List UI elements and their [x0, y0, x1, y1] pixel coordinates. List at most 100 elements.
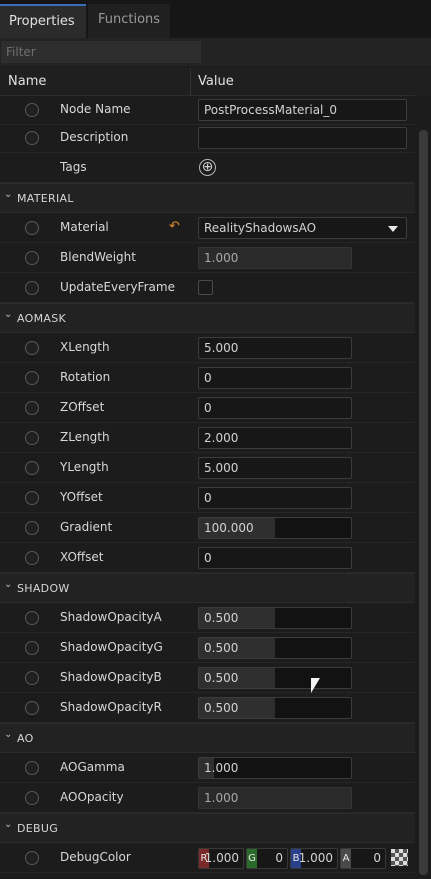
property-label: XLength [60, 340, 110, 354]
keyframe-radio[interactable] [25, 131, 39, 145]
section-title: AOMASK [17, 312, 67, 325]
node-name-input[interactable]: PostProcessMaterial_0 [198, 99, 407, 121]
property-label: ShadowOpacityA [60, 610, 162, 624]
color-channel-g[interactable]: G 0 [246, 848, 288, 869]
tab-properties[interactable]: Properties [0, 4, 86, 38]
shadow-opacity-g-slider[interactable]: 0.500 [198, 637, 352, 659]
property-row-rotation: Rotation 0 [0, 363, 415, 393]
keyframe-radio[interactable] [25, 431, 39, 445]
shadow-opacity-a-slider[interactable]: 0.500 [198, 607, 352, 629]
property-label: ShadowOpacityR [60, 700, 162, 714]
property-label: UpdateEveryFrame [60, 280, 175, 294]
section-header-shadow[interactable]: ⌄ SHADOW [0, 573, 415, 603]
property-row-shadow-opacity-r: ShadowOpacityR 0.500 [0, 693, 415, 723]
color-swatch[interactable] [391, 849, 408, 866]
dropdown-value: RealityShadowsAO [204, 221, 317, 235]
property-label: Description [60, 130, 129, 144]
property-row-node-name: Node Name PostProcessMaterial_0 [0, 95, 415, 125]
slider-value: 0.500 [204, 701, 239, 715]
ylength-input[interactable]: 5.000 [198, 457, 352, 479]
gradient-slider[interactable]: 100.000 [198, 517, 352, 539]
zlength-input[interactable]: 2.000 [198, 427, 352, 449]
property-label: YOffset [60, 490, 103, 504]
channel-value: 1.000 [204, 851, 239, 865]
chevron-down-icon: ⌄ [4, 729, 13, 740]
color-channel-b[interactable]: B 1.000 [290, 848, 338, 869]
rotation-input[interactable]: 0 [198, 367, 352, 389]
update-every-frame-checkbox[interactable] [198, 280, 213, 295]
keyframe-radio[interactable] [25, 221, 39, 235]
chevron-down-icon: ⌄ [4, 189, 13, 200]
add-tag-icon[interactable]: ⊕ [199, 159, 216, 176]
property-row-xlength: XLength 5.000 [0, 333, 415, 363]
keyframe-radio[interactable] [25, 641, 39, 655]
keyframe-radio[interactable] [25, 701, 39, 715]
keyframe-radio[interactable] [25, 281, 39, 295]
keyframe-radio[interactable] [25, 521, 39, 535]
property-row-blendweight: BlendWeight 1.000 [0, 243, 415, 273]
section-header-debug[interactable]: ⌄ DEBUG [0, 813, 415, 843]
property-row-gradient: Gradient 100.000 [0, 513, 415, 543]
column-divider[interactable] [190, 68, 191, 95]
slider-value: 0.500 [204, 641, 239, 655]
material-dropdown[interactable]: RealityShadowsAO [198, 217, 407, 239]
shadow-opacity-b-slider[interactable]: 0.500 [198, 667, 352, 689]
property-row-update-every-frame: UpdateEveryFrame [0, 273, 415, 303]
scrollbar-thumb[interactable] [419, 130, 428, 875]
channel-value: 1.000 [298, 851, 333, 865]
property-label: AOGamma [60, 760, 125, 774]
keyframe-radio[interactable] [25, 341, 39, 355]
shadow-opacity-r-slider[interactable]: 0.500 [198, 697, 352, 719]
keyframe-radio[interactable] [25, 551, 39, 565]
color-channel-group: R 1.000 G 0 B 1.000 A 0 [198, 848, 410, 869]
ao-gamma-slider[interactable]: 1.000 [198, 757, 352, 779]
keyframe-radio[interactable] [25, 791, 39, 805]
keyframe-radio[interactable] [25, 251, 39, 265]
yoffset-input[interactable]: 0 [198, 487, 352, 509]
section-title: SHADOW [17, 582, 70, 595]
property-row-ao-gamma: AOGamma 1.000 [0, 753, 415, 783]
section-header-ao[interactable]: ⌄ AO [0, 723, 415, 753]
slider-value: 0.500 [204, 611, 239, 625]
property-row-zoffset: ZOffset 0 [0, 393, 415, 423]
property-label: Rotation [60, 370, 111, 384]
filter-input[interactable] [1, 41, 201, 63]
property-label: Node Name [60, 102, 131, 116]
xoffset-input[interactable]: 0 [198, 547, 352, 569]
section-title: DEBUG [17, 822, 59, 835]
reset-icon[interactable]: ↶ [169, 219, 180, 234]
color-channel-a[interactable]: A 0 [340, 848, 386, 869]
keyframe-radio[interactable] [25, 671, 39, 685]
channel-tag: A [341, 849, 351, 868]
property-row-shadow-opacity-b: ShadowOpacityB 0.500 [0, 663, 415, 693]
value-column-header: Value [198, 74, 234, 89]
property-row-zlength: ZLength 2.000 [0, 423, 415, 453]
keyframe-radio[interactable] [25, 761, 39, 775]
section-header-aomask[interactable]: ⌄ AOMASK [0, 303, 415, 333]
property-row-ao-opacity: AOOpacity 1.000 [0, 783, 415, 813]
zoffset-input[interactable]: 0 [198, 397, 352, 419]
keyframe-radio[interactable] [25, 371, 39, 385]
keyframe-radio[interactable] [25, 461, 39, 475]
property-label: BlendWeight [60, 250, 136, 264]
chevron-down-icon: ⌄ [4, 819, 13, 830]
xlength-input[interactable]: 5.000 [198, 337, 352, 359]
chevron-down-icon [388, 226, 398, 232]
ao-opacity-input[interactable]: 1.000 [198, 787, 352, 809]
keyframe-radio[interactable] [25, 401, 39, 415]
section-header-material[interactable]: ⌄ MATERIAL [0, 183, 415, 213]
column-header: Name Value [0, 68, 431, 96]
keyframe-radio[interactable] [25, 491, 39, 505]
property-row-shadow-opacity-g: ShadowOpacityG 0.500 [0, 633, 415, 663]
tab-functions[interactable]: Functions [88, 4, 170, 38]
property-row-debug-color: DebugColor R 1.000 G 0 B 1.000 A 0 [0, 843, 415, 873]
keyframe-radio[interactable] [25, 851, 39, 865]
blendweight-input[interactable]: 1.000 [198, 247, 352, 269]
channel-value: 0 [373, 851, 381, 865]
section-title: AO [17, 732, 34, 745]
keyframe-radio[interactable] [25, 611, 39, 625]
channel-tag: G [247, 849, 257, 868]
color-channel-r[interactable]: R 1.000 [198, 848, 244, 869]
description-input[interactable] [198, 127, 407, 149]
keyframe-radio[interactable] [25, 103, 39, 117]
